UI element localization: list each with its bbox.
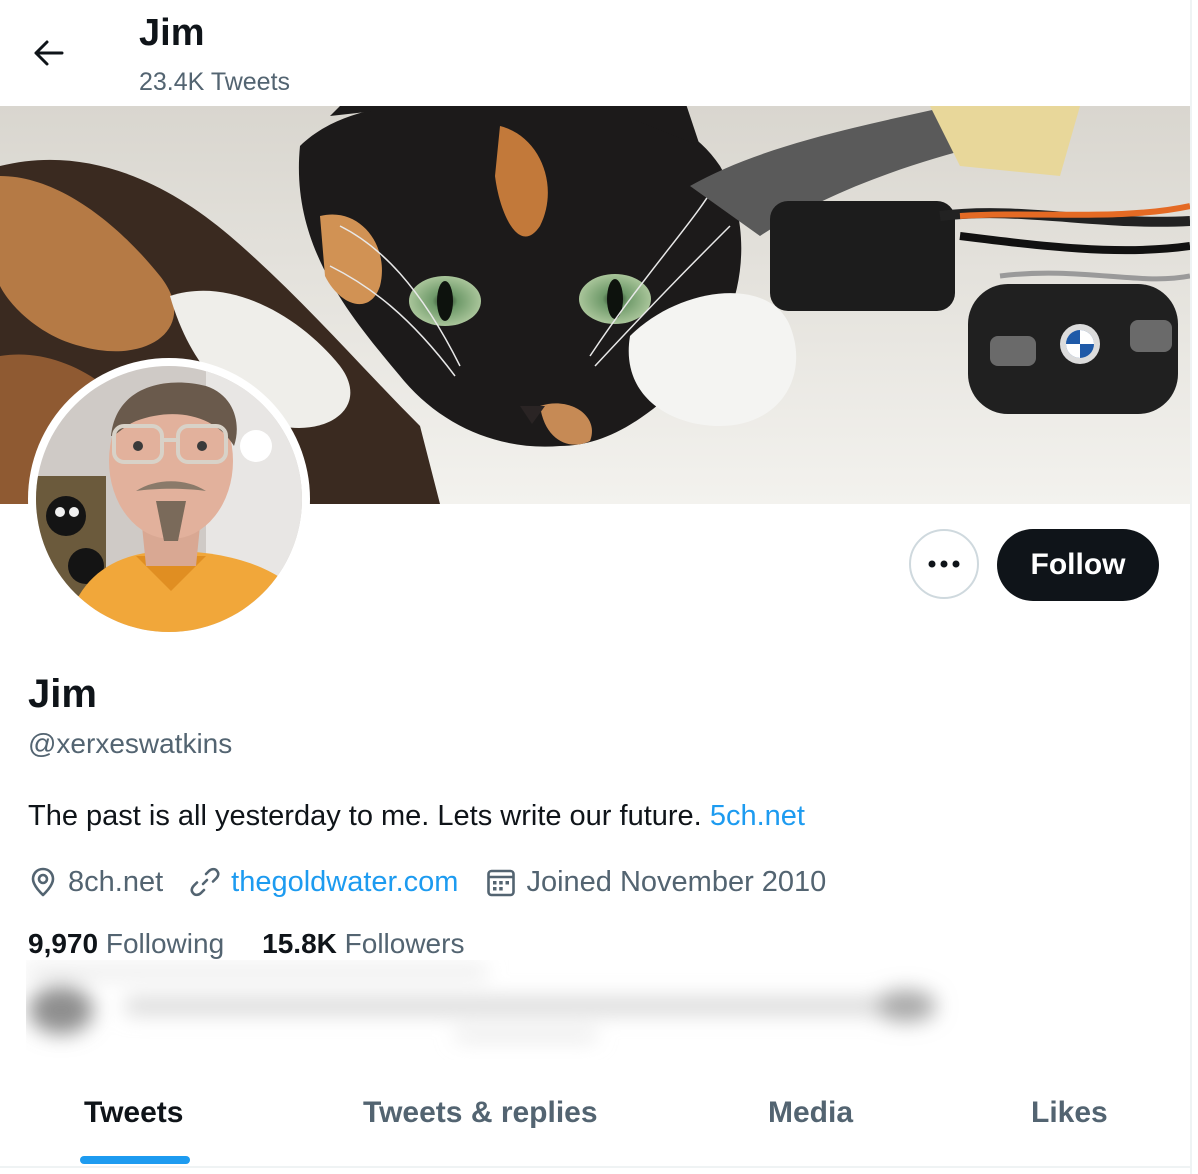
tweet-count: 23.4K Tweets — [139, 68, 291, 96]
active-tab-indicator — [80, 1156, 190, 1164]
follow-stats: 9,970 Following 15.8K Followers — [28, 928, 464, 960]
following-stat[interactable]: 9,970 Following — [28, 928, 224, 960]
tab-likes[interactable]: Likes — [1031, 1096, 1108, 1130]
link-icon — [190, 867, 220, 897]
profile-tabs: Tweets Tweets & replies Media Likes — [0, 1060, 1190, 1168]
header-title: Jim — [139, 12, 205, 54]
map-pin-icon — [31, 867, 55, 897]
following-label: Following — [105, 928, 225, 959]
profile-header: Jim 23.4K Tweets — [0, 0, 1190, 106]
display-name: Jim — [28, 672, 97, 716]
joined-text: Joined November 2010 — [526, 865, 827, 898]
tab-tweets[interactable]: Tweets — [84, 1096, 183, 1130]
column-border — [1190, 0, 1192, 1174]
tabs-divider — [0, 1166, 1190, 1168]
location-item: 8ch.net — [28, 866, 163, 899]
calendar-icon — [487, 869, 516, 897]
user-handle: @xerxeswatkins — [28, 728, 233, 759]
tab-media[interactable]: Media — [768, 1096, 853, 1130]
tab-tweets-replies[interactable]: Tweets & replies — [363, 1096, 598, 1130]
website-item: thegoldwater.com — [189, 866, 458, 899]
ellipsis-icon — [928, 560, 960, 568]
followers-count: 15.8K — [262, 928, 337, 959]
back-button[interactable] — [22, 30, 74, 76]
location-text: 8ch.net — [68, 865, 164, 898]
arrow-left-icon — [34, 40, 64, 66]
joined-item: Joined November 2010 — [486, 866, 826, 899]
bio-link[interactable]: 5ch.net — [710, 800, 805, 832]
following-count: 9,970 — [28, 928, 99, 959]
follow-button[interactable]: Follow — [997, 529, 1159, 601]
profile-meta: 8ch.net thegoldwater.com Joined November… — [28, 862, 826, 902]
blurred-followers-preview — [26, 960, 996, 1060]
more-options-button[interactable] — [909, 529, 979, 599]
website-link[interactable]: thegoldwater.com — [231, 866, 458, 899]
bio-text: The past is all yesterday to me. Lets wr… — [28, 800, 710, 832]
profile-bio: The past is all yesterday to me. Lets wr… — [28, 800, 805, 833]
profile-avatar[interactable] — [28, 358, 310, 640]
followers-label: Followers — [344, 928, 465, 959]
followers-stat[interactable]: 15.8K Followers — [262, 928, 464, 960]
